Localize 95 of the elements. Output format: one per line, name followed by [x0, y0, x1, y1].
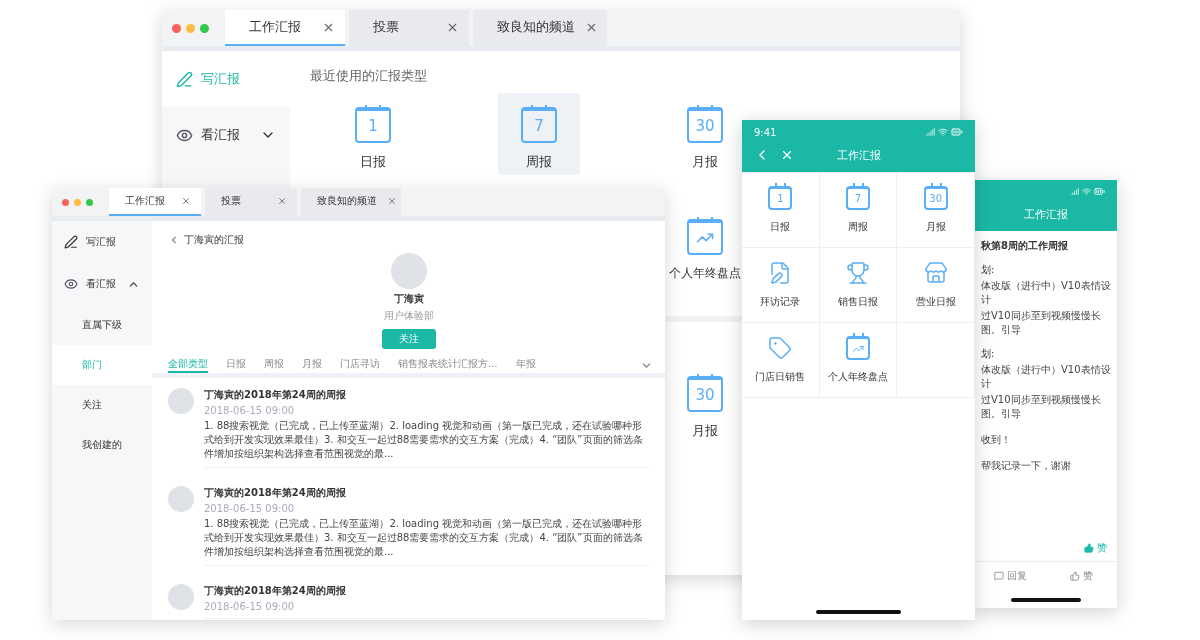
report-summary: 1. 88搜索视觉（已完成，已上传至蓝湖）2. loading 视觉和动画（第一版已完成，还在试验哪种形式给到开发实现效果最佳）3. 和交互一起过88需要需求的交互方案（完成）4. “团队”页面的筛选条件增加按组织架构选择查看范围视觉的最...: [204, 517, 644, 559]
home-indicator: [1011, 598, 1081, 602]
eye-icon: [64, 277, 78, 291]
profile-name: 丁海寅: [393, 292, 424, 306]
window-tab[interactable]: 致良知的频道: [473, 10, 607, 46]
like-count: 赞: [1097, 541, 1107, 555]
minimize-dot[interactable]: [74, 198, 81, 206]
report-date: 2018-06-15 09:00: [204, 601, 296, 612]
report-title[interactable]: 丁海寅的2018年第24周的周报: [204, 388, 649, 402]
report-date: 2018-06-15 09:00: [204, 405, 296, 416]
sidebar-item[interactable]: 看汇报: [52, 263, 152, 305]
report-text: 划:: [980, 347, 996, 361]
thumbs-up-icon: [1070, 571, 1080, 581]
filter-tab[interactable]: 销售报表统计汇报方...: [398, 357, 498, 373]
report-text: 过V10同步至到视频慢慢长图。引导: [980, 393, 1102, 421]
report-type[interactable]: 7 周报: [498, 93, 580, 175]
back-link[interactable]: 丁海寅的汇报: [184, 233, 244, 247]
report-text: 秋第8周的工作周报: [980, 239, 1069, 253]
like-button[interactable]: 赞: [1046, 562, 1117, 590]
avatar: [168, 584, 194, 610]
report-type[interactable]: 1 日报: [332, 93, 414, 175]
filter-tab[interactable]: 门店寻访: [340, 357, 380, 373]
battery-icon: [1094, 186, 1105, 197]
zoom-dot[interactable]: [86, 198, 93, 206]
report-type[interactable]: 1 日报: [742, 172, 820, 247]
report-type[interactable]: 门店日销售: [742, 322, 820, 397]
report-title[interactable]: 丁海寅的2018年第24周的周报: [204, 584, 649, 598]
filter-tab[interactable]: 年报: [515, 357, 536, 373]
filter-tab[interactable]: 月报: [302, 357, 322, 373]
avatar: [168, 388, 194, 414]
avatar: [168, 486, 194, 512]
calendar-date: 1: [368, 117, 378, 135]
signal-icon: [1070, 187, 1079, 196]
sidebar-item[interactable]: 看汇报: [162, 107, 290, 163]
report-type[interactable]: 7 周报: [819, 172, 898, 247]
report-type[interactable]: 30 月报: [897, 172, 975, 247]
report-summary: 1. 88搜索视觉（已完成，已上传至蓝湖）2. loading 视觉和动画（第一版已完成，还在试验哪种形式给到开发实现效果最佳）3. 和交互一起过88需要需求的交互方案（完成）4. “团队”页面的筛选条件增加按组织架构选择查看范围视觉的最...: [204, 419, 644, 461]
calendar-date: 7: [854, 193, 862, 204]
calendar-date: 30: [695, 386, 715, 404]
signal-icon: [925, 127, 935, 137]
calendar-date: 30: [695, 117, 715, 135]
report-text: 体改版（进行中）V10表情设计: [980, 279, 1112, 307]
report-text: 体改版（进行中）V10表情设计: [980, 363, 1112, 391]
calendar-date: 30: [929, 193, 942, 204]
battery-icon: [951, 126, 963, 138]
reply-button[interactable]: 回复: [975, 562, 1046, 590]
thumbs-up-icon: [1084, 543, 1094, 553]
close-dot[interactable]: [62, 198, 69, 206]
pen-icon: [176, 70, 193, 88]
calendar-date: 1: [777, 193, 784, 204]
report-text: 划:: [980, 263, 996, 277]
wifi-icon: [1082, 187, 1091, 196]
comment-text: 收到！: [980, 433, 1012, 447]
close-icon[interactable]: [181, 196, 191, 206]
window-tab[interactable]: 投票: [205, 188, 297, 216]
tag-icon: [768, 336, 793, 360]
sidebar-subitem[interactable]: 关注: [52, 385, 152, 425]
wifi-icon: [938, 127, 948, 137]
screen-title: 工作汇报: [1023, 206, 1069, 222]
status-time: 9:41: [754, 126, 777, 138]
pen-icon: [64, 235, 78, 249]
zoom-dot[interactable]: [200, 23, 209, 33]
report-type[interactable]: 30 月报: [664, 93, 746, 175]
comment-icon: [994, 571, 1004, 581]
report-text: 过V10同步至到视频慢慢长图。引导: [980, 309, 1102, 337]
section-heading: 最近使用的汇报类型: [310, 67, 428, 85]
trophy-icon: [846, 261, 870, 285]
report-type[interactable]: 拜访记录: [742, 247, 820, 322]
comment-text: 帮我记录一下，谢谢: [980, 459, 1072, 473]
close-icon[interactable]: [277, 196, 287, 206]
sidebar-subitem[interactable]: 直属下级: [52, 305, 152, 345]
window-tab[interactable]: 工作汇报: [109, 188, 201, 216]
avatar: [390, 253, 427, 289]
close-icon[interactable]: [387, 196, 397, 206]
minimize-dot[interactable]: [186, 23, 195, 33]
report-date: 2018-06-15 09:00: [204, 503, 296, 514]
filter-tab[interactable]: 日报: [226, 357, 246, 373]
report-type[interactable]: 营业日报: [897, 247, 975, 322]
close-icon[interactable]: [780, 148, 794, 162]
report-type[interactable]: 个人年终盘点: [819, 322, 898, 397]
store-icon: [923, 261, 948, 285]
profile-department: 用户体验部: [383, 309, 434, 323]
filter-tab[interactable]: 周报: [264, 357, 284, 373]
screen-title: 工作汇报: [835, 147, 882, 163]
report-title[interactable]: 丁海寅的2018年第24周的周报: [204, 486, 649, 500]
window-tab[interactable]: 投票: [349, 10, 469, 46]
calendar-date: 7: [534, 117, 544, 135]
chart-icon: [687, 219, 723, 255]
report-type[interactable]: 销售日报: [819, 247, 898, 322]
sidebar-subitem[interactable]: 我创建的: [52, 425, 152, 465]
close-dot[interactable]: [172, 23, 181, 33]
window-tab[interactable]: 致良知的频道: [301, 188, 401, 216]
chart-icon: [846, 336, 870, 360]
window-tab[interactable]: 工作汇报: [225, 10, 345, 46]
sidebar-item[interactable]: 写汇报: [52, 221, 152, 263]
